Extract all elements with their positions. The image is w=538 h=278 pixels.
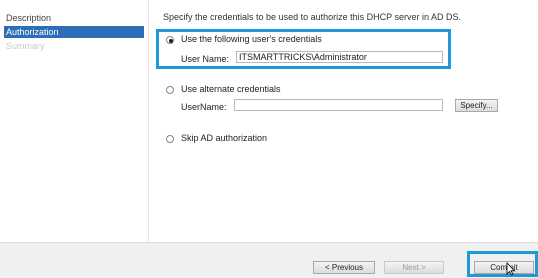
alt-username-field[interactable]: [234, 99, 443, 111]
radio-skip-authorization[interactable]: [166, 135, 174, 143]
skip-authorization-label: Skip AD authorization: [181, 133, 268, 143]
previous-button[interactable]: < Previous: [313, 261, 375, 274]
sidebar-divider: [148, 0, 149, 242]
sidebar-item-description[interactable]: Description: [4, 12, 144, 24]
wizard-sidebar: Description Authorization Summary: [0, 0, 148, 242]
alternate-credentials-label: Use alternate credentials: [181, 84, 281, 94]
commit-button[interactable]: Commit: [474, 261, 534, 274]
mouse-pointer-icon: [506, 262, 516, 276]
username-field[interactable]: ITSMARTTRICKS\Administrator: [236, 51, 443, 63]
radio-alternate-credentials[interactable]: [166, 86, 174, 94]
alt-username-label: UserName:: [181, 102, 227, 112]
specify-button[interactable]: Specify...: [455, 99, 498, 112]
following-credentials-label: Use the following user's credentials: [181, 34, 322, 44]
username-label: User Name:: [181, 54, 230, 64]
sidebar-item-authorization[interactable]: Authorization: [4, 26, 144, 38]
sidebar-item-summary: Summary: [6, 41, 45, 51]
next-button: Next >: [384, 261, 444, 274]
page-description: Specify the credentials to be used to au…: [163, 12, 461, 22]
wizard-footer: [0, 242, 538, 278]
radio-following-credentials[interactable]: [166, 36, 174, 44]
